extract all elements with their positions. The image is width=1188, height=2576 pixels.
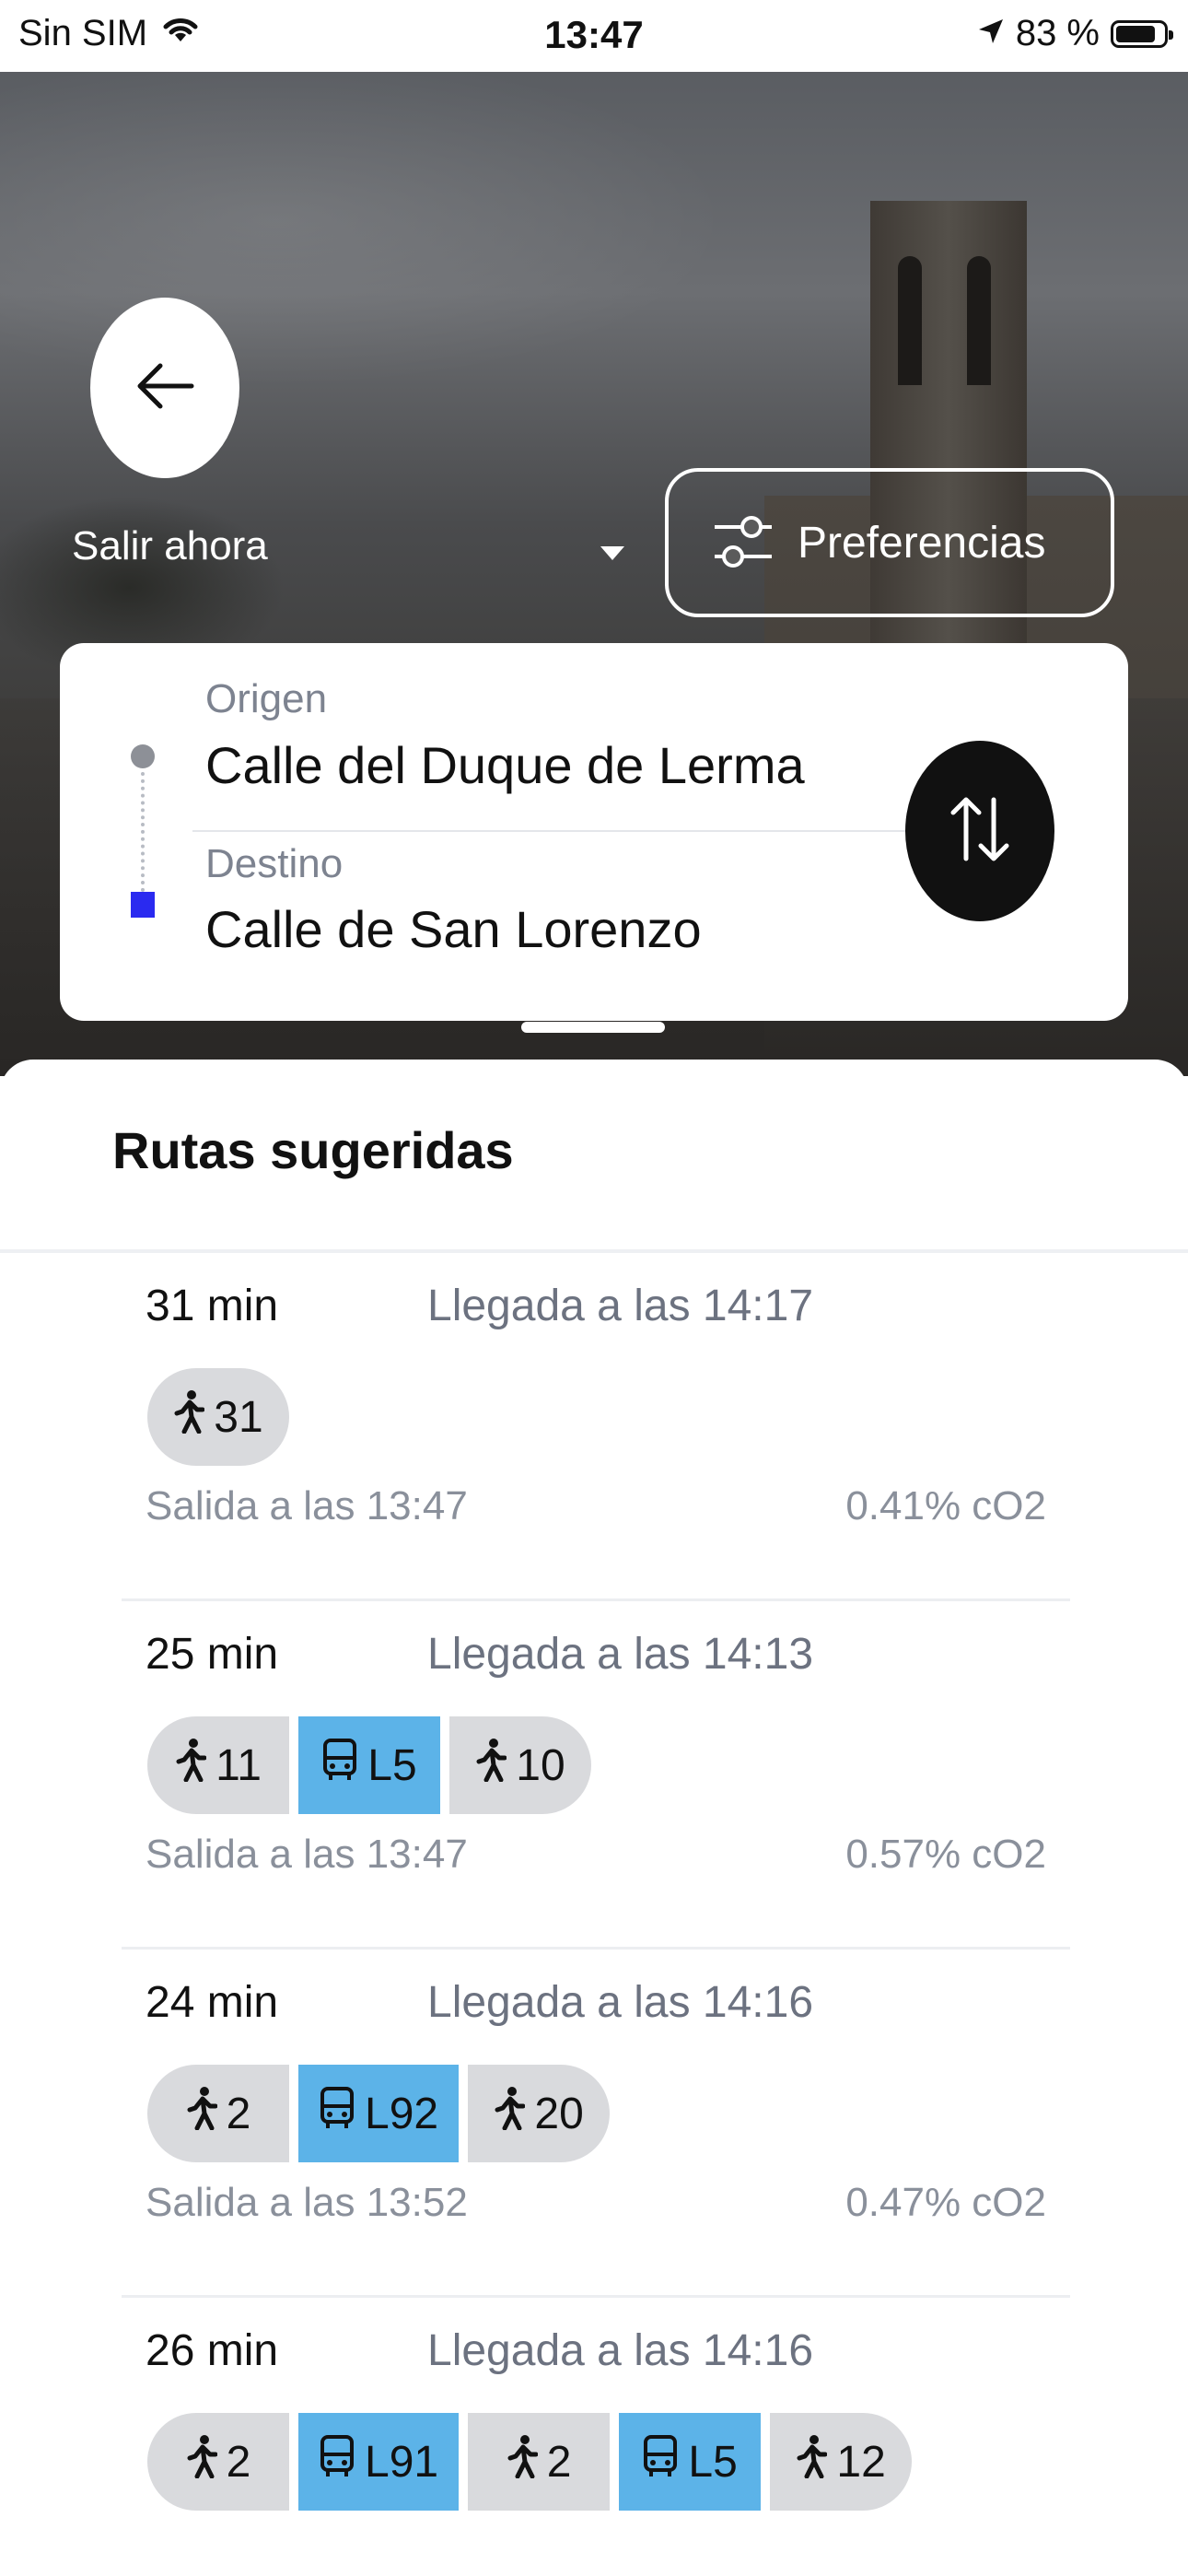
chevron-down-icon[interactable] xyxy=(600,546,624,560)
hero-background: Salir ahora Preferencias Origen Calle de… xyxy=(0,72,1188,1076)
preferences-button[interactable]: Preferencias xyxy=(665,468,1114,617)
swap-button[interactable] xyxy=(905,741,1054,921)
back-button[interactable] xyxy=(90,298,239,478)
route-duration: 24 min xyxy=(146,1978,279,2027)
route-segments: 11 L5 10 xyxy=(147,1716,591,1814)
route-connector xyxy=(141,772,145,892)
origin-field[interactable]: Calle del Duque de Lerma xyxy=(205,735,805,795)
walk-segment-chip: 10 xyxy=(449,1716,591,1814)
walk-segment-chip: 11 xyxy=(147,1716,289,1814)
walk-segment-chip: 31 xyxy=(147,1368,289,1466)
routes-sheet: Rutas sugeridas 31 min Llegada a las 14:1… xyxy=(0,1060,1188,2576)
route-departure: Salida a las 13:47 xyxy=(146,1483,468,1528)
walk-icon xyxy=(475,1738,507,1793)
route-segments: 31 xyxy=(147,1368,289,1466)
bus-segment-chip: L91 xyxy=(298,2413,460,2511)
walk-icon xyxy=(173,1389,205,1445)
bus-segment-chip: L92 xyxy=(298,2065,460,2162)
preferences-label: Preferencias xyxy=(798,518,1046,568)
sliders-icon xyxy=(713,509,774,578)
segment-label: 20 xyxy=(534,2089,584,2138)
segment-label: 2 xyxy=(226,2089,251,2138)
segment-label: L5 xyxy=(367,1740,417,1790)
destination-field[interactable]: Calle de San Lorenzo xyxy=(205,899,702,959)
status-right: 83 % xyxy=(977,13,1173,54)
origin-marker xyxy=(131,744,155,768)
walk-icon xyxy=(175,1738,207,1793)
segment-label: 31 xyxy=(214,1392,263,1442)
route-card: Origen Calle del Duque de Lerma Destino … xyxy=(60,643,1128,1021)
battery-percent: 83 % xyxy=(1015,13,1100,53)
bus-icon xyxy=(319,2086,355,2141)
walk-segment-chip: 2 xyxy=(147,2413,289,2511)
route-option[interactable]: 24 min Llegada a las 14:16 2 L92 20 Salida a … xyxy=(122,1950,1070,2298)
walk-icon xyxy=(186,2434,218,2489)
field-divider xyxy=(192,830,966,832)
bus-icon xyxy=(642,2434,679,2489)
route-duration: 25 min xyxy=(146,1630,279,1679)
route-segments: 2 L92 20 xyxy=(147,2065,611,2162)
arrow-left-icon xyxy=(133,358,197,418)
walk-icon xyxy=(796,2434,828,2489)
route-duration: 26 min xyxy=(146,2326,279,2375)
sheet-grabber[interactable] xyxy=(521,1022,665,1033)
bus-segment-chip: L5 xyxy=(619,2413,762,2511)
route-co2: 0.47% cO2 xyxy=(845,2180,1046,2225)
segment-label: 10 xyxy=(516,1740,565,1790)
route-departure: Salida a las 13:47 xyxy=(146,1832,468,1877)
status-bar: Sin SIM 13:47 83 % xyxy=(0,0,1188,72)
walk-segment-chip: 2 xyxy=(468,2413,611,2511)
route-option[interactable]: 25 min Llegada a las 14:13 11 L5 10 Salida a … xyxy=(122,1601,1070,1950)
route-co2: 0.41% cO2 xyxy=(845,1483,1046,1528)
segment-label: 2 xyxy=(546,2437,572,2487)
location-arrow-icon xyxy=(977,13,1005,54)
segment-label: 2 xyxy=(226,2437,251,2487)
route-arrival: Llegada a las 14:17 xyxy=(427,1282,814,1330)
segment-label: L91 xyxy=(365,2437,439,2487)
route-option[interactable]: 31 min Llegada a las 14:17 31 Salida a las … xyxy=(122,1253,1070,1601)
route-arrival: Llegada a las 14:13 xyxy=(427,1630,814,1679)
battery-icon xyxy=(1111,19,1173,48)
swap-vertical-icon xyxy=(948,792,1012,871)
walk-icon xyxy=(494,2086,526,2141)
destination-marker xyxy=(131,892,155,918)
section-title: Rutas sugeridas xyxy=(112,1121,514,1179)
walk-segment-chip: 12 xyxy=(770,2413,913,2511)
destination-label: Destino xyxy=(205,841,344,886)
walk-icon xyxy=(186,2086,218,2141)
hero-tower xyxy=(870,201,1027,717)
route-arrival: Llegada a las 14:16 xyxy=(427,1978,814,2027)
walk-icon xyxy=(507,2434,539,2489)
route-duration: 31 min xyxy=(146,1282,279,1330)
origin-label: Origen xyxy=(205,676,328,721)
route-option[interactable]: 26 min Llegada a las 14:16 2 L91 2 L5 12 xyxy=(122,2298,1070,2576)
route-co2: 0.57% cO2 xyxy=(845,1832,1046,1877)
segment-label: L92 xyxy=(365,2089,439,2138)
route-segments: 2 L91 2 L5 12 xyxy=(147,2413,913,2511)
segment-label: 11 xyxy=(215,1740,262,1790)
walk-segment-chip: 20 xyxy=(468,2065,611,2162)
segment-label: 12 xyxy=(836,2437,886,2487)
route-arrival: Llegada a las 14:16 xyxy=(427,2326,814,2375)
route-departure: Salida a las 13:52 xyxy=(146,2180,468,2225)
bus-segment-chip: L5 xyxy=(298,1716,440,1814)
walk-segment-chip: 2 xyxy=(147,2065,289,2162)
leave-now-selector[interactable]: Salir ahora xyxy=(72,523,268,569)
bus-icon xyxy=(319,2434,355,2489)
bus-icon xyxy=(321,1738,358,1793)
segment-label: L5 xyxy=(688,2437,738,2487)
